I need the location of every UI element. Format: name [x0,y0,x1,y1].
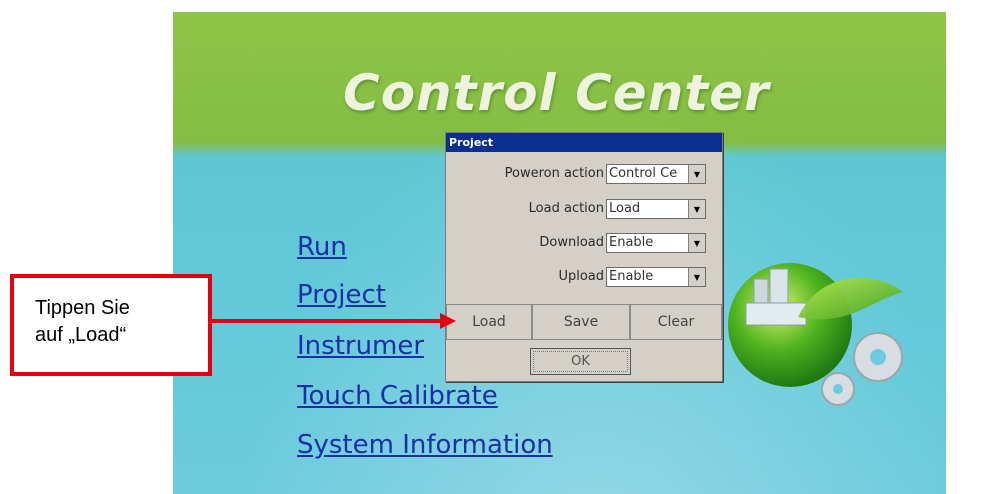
callout-arrow [212,313,456,329]
